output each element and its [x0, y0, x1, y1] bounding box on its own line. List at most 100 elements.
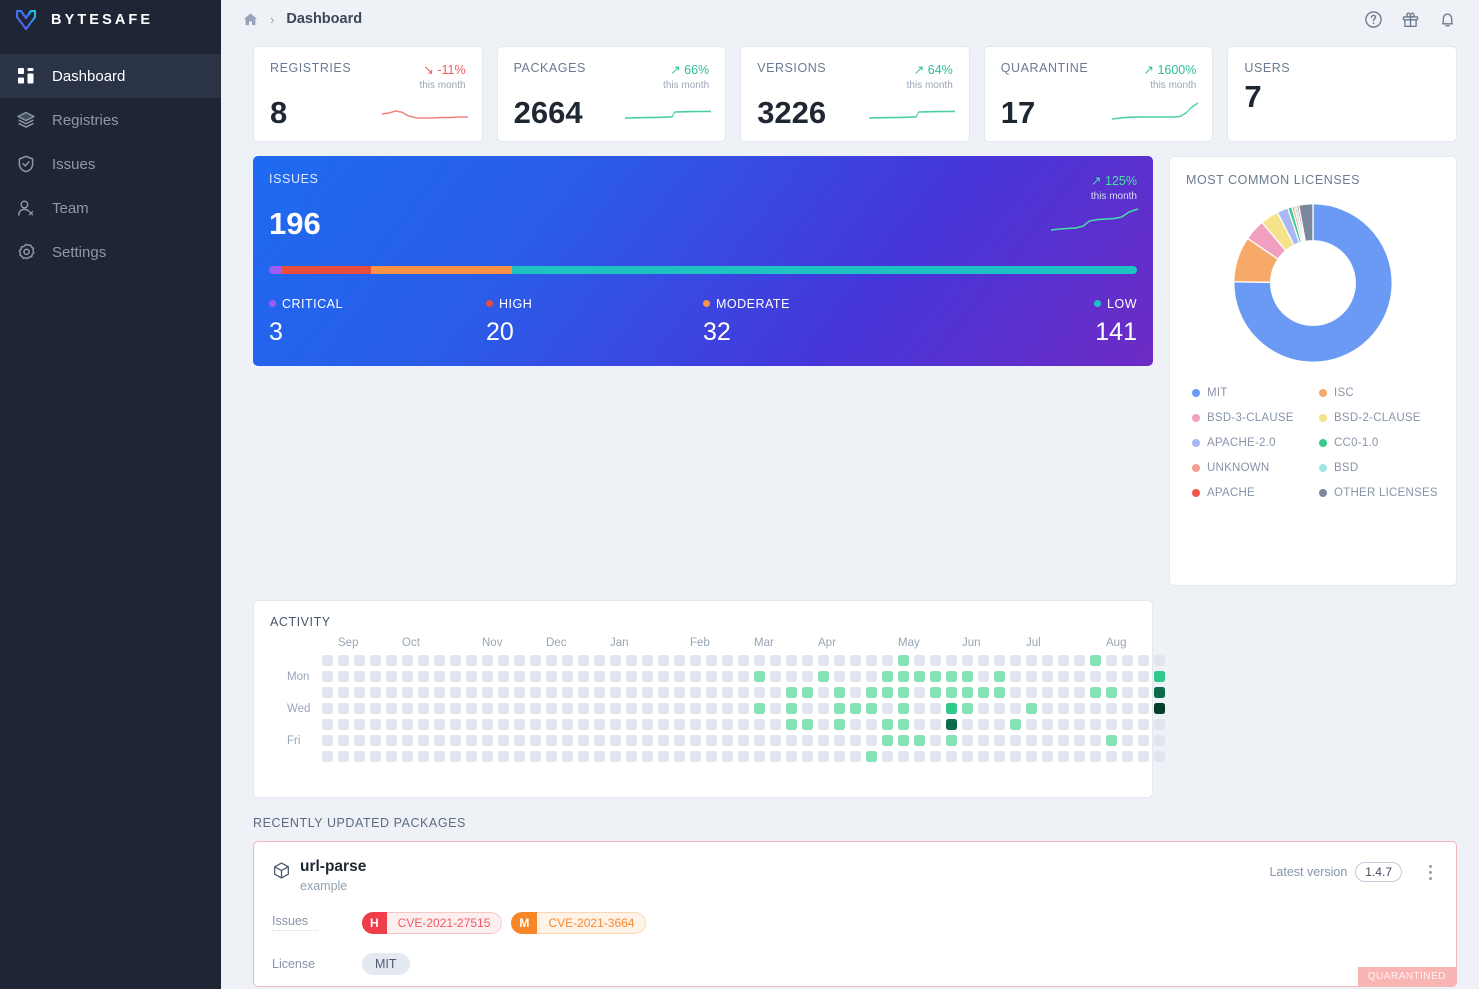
heatmap-cell[interactable] — [546, 719, 557, 730]
heatmap-cell[interactable] — [482, 735, 493, 746]
heatmap-cell[interactable] — [946, 671, 957, 682]
heatmap-cell[interactable] — [354, 687, 365, 698]
heatmap-cell[interactable] — [610, 735, 621, 746]
heatmap-cell[interactable] — [690, 735, 701, 746]
legend-item[interactable]: UNKNOWN — [1192, 462, 1313, 474]
heatmap-cell[interactable] — [594, 671, 605, 682]
heatmap-cell[interactable] — [674, 703, 685, 714]
heatmap-cell[interactable] — [770, 735, 781, 746]
cve-badge-moderate[interactable]: M CVE-2021-3664 — [511, 911, 647, 934]
legend-item[interactable]: BSD — [1319, 462, 1440, 474]
heatmap-cell[interactable] — [1074, 671, 1085, 682]
heatmap-cell[interactable] — [674, 751, 685, 762]
heatmap-cell[interactable] — [546, 671, 557, 682]
heatmap-cell[interactable] — [834, 751, 845, 762]
heatmap-cell[interactable] — [770, 719, 781, 730]
heatmap-cell[interactable] — [354, 751, 365, 762]
heatmap-cell[interactable] — [594, 719, 605, 730]
heatmap-cell[interactable] — [498, 671, 509, 682]
heatmap-cell[interactable] — [738, 655, 749, 666]
heatmap-cell[interactable] — [466, 655, 477, 666]
heatmap-cell[interactable] — [514, 671, 525, 682]
heatmap-cell[interactable] — [594, 735, 605, 746]
heatmap-cell[interactable] — [1154, 735, 1165, 746]
heatmap-cell[interactable] — [1042, 719, 1053, 730]
heatmap-cell[interactable] — [930, 719, 941, 730]
heatmap-cell[interactable] — [1074, 703, 1085, 714]
heatmap-cell[interactable] — [914, 719, 925, 730]
heatmap-cell[interactable] — [882, 735, 893, 746]
heatmap-cell[interactable] — [674, 655, 685, 666]
heatmap-cell[interactable] — [530, 671, 541, 682]
heatmap-cell[interactable] — [818, 687, 829, 698]
heatmap-cell[interactable] — [786, 687, 797, 698]
heatmap-cell[interactable] — [738, 735, 749, 746]
heatmap-cell[interactable] — [1106, 735, 1117, 746]
heatmap-cell[interactable] — [482, 655, 493, 666]
gift-icon[interactable] — [1401, 10, 1420, 29]
heatmap-cell[interactable] — [418, 751, 429, 762]
heatmap-cell[interactable] — [834, 703, 845, 714]
heatmap-cell[interactable] — [1042, 751, 1053, 762]
heatmap-cell[interactable] — [706, 703, 717, 714]
heatmap-cell[interactable] — [738, 687, 749, 698]
heatmap-cell[interactable] — [322, 703, 333, 714]
heatmap-cell[interactable] — [482, 687, 493, 698]
heatmap-cell[interactable] — [866, 671, 877, 682]
heatmap-cell[interactable] — [722, 719, 733, 730]
heatmap-cell[interactable] — [1138, 687, 1149, 698]
heatmap-cell[interactable] — [882, 751, 893, 762]
heatmap-cell[interactable] — [562, 655, 573, 666]
heatmap-cell[interactable] — [914, 751, 925, 762]
heatmap-cell[interactable] — [418, 687, 429, 698]
heatmap-cell[interactable] — [802, 719, 813, 730]
heatmap-cell[interactable] — [450, 687, 461, 698]
heatmap-cell[interactable] — [1138, 751, 1149, 762]
heatmap-cell[interactable] — [802, 655, 813, 666]
heatmap-cell[interactable] — [738, 703, 749, 714]
heatmap-cell[interactable] — [642, 687, 653, 698]
heatmap-cell[interactable] — [706, 687, 717, 698]
heatmap-cell[interactable] — [994, 655, 1005, 666]
heatmap-cell[interactable] — [1010, 735, 1021, 746]
heatmap-cell[interactable] — [338, 655, 349, 666]
heatmap-cell[interactable] — [370, 671, 381, 682]
heatmap-cell[interactable] — [818, 719, 829, 730]
heatmap-cell[interactable] — [1090, 671, 1101, 682]
sidebar-item-registries[interactable]: Registries — [0, 98, 221, 142]
heatmap-cell[interactable] — [866, 719, 877, 730]
heatmap-cell[interactable] — [610, 655, 621, 666]
sidebar-item-dashboard[interactable]: Dashboard — [0, 54, 221, 98]
heatmap-cell[interactable] — [834, 671, 845, 682]
heatmap-cell[interactable] — [786, 735, 797, 746]
help-circle-icon[interactable] — [1364, 10, 1383, 29]
heatmap-cell[interactable] — [1058, 751, 1069, 762]
heatmap-cell[interactable] — [738, 751, 749, 762]
heatmap-cell[interactable] — [434, 751, 445, 762]
heatmap-cell[interactable] — [706, 735, 717, 746]
heatmap-cell[interactable] — [434, 687, 445, 698]
heatmap-cell[interactable] — [658, 751, 669, 762]
heatmap-cell[interactable] — [994, 703, 1005, 714]
heatmap-cell[interactable] — [1010, 671, 1021, 682]
heatmap-cell[interactable] — [946, 719, 957, 730]
version-pill[interactable]: 1.4.7 — [1355, 862, 1402, 882]
heatmap-cell[interactable] — [850, 671, 861, 682]
heatmap-cell[interactable] — [930, 735, 941, 746]
bell-icon[interactable] — [1438, 10, 1457, 29]
heatmap-cell[interactable] — [722, 687, 733, 698]
heatmap-cell[interactable] — [754, 735, 765, 746]
heatmap-cell[interactable] — [1058, 655, 1069, 666]
heatmap-cell[interactable] — [834, 655, 845, 666]
heatmap-cell[interactable] — [674, 735, 685, 746]
heatmap-cell[interactable] — [594, 687, 605, 698]
heatmap-cell[interactable] — [1122, 735, 1133, 746]
heatmap-cell[interactable] — [498, 655, 509, 666]
heatmap-cell[interactable] — [770, 751, 781, 762]
heatmap-cell[interactable] — [1058, 735, 1069, 746]
heatmap-cell[interactable] — [610, 671, 621, 682]
heatmap-cell[interactable] — [706, 671, 717, 682]
heatmap-cell[interactable] — [1122, 703, 1133, 714]
heatmap-cell[interactable] — [1122, 655, 1133, 666]
heatmap-cell[interactable] — [434, 703, 445, 714]
